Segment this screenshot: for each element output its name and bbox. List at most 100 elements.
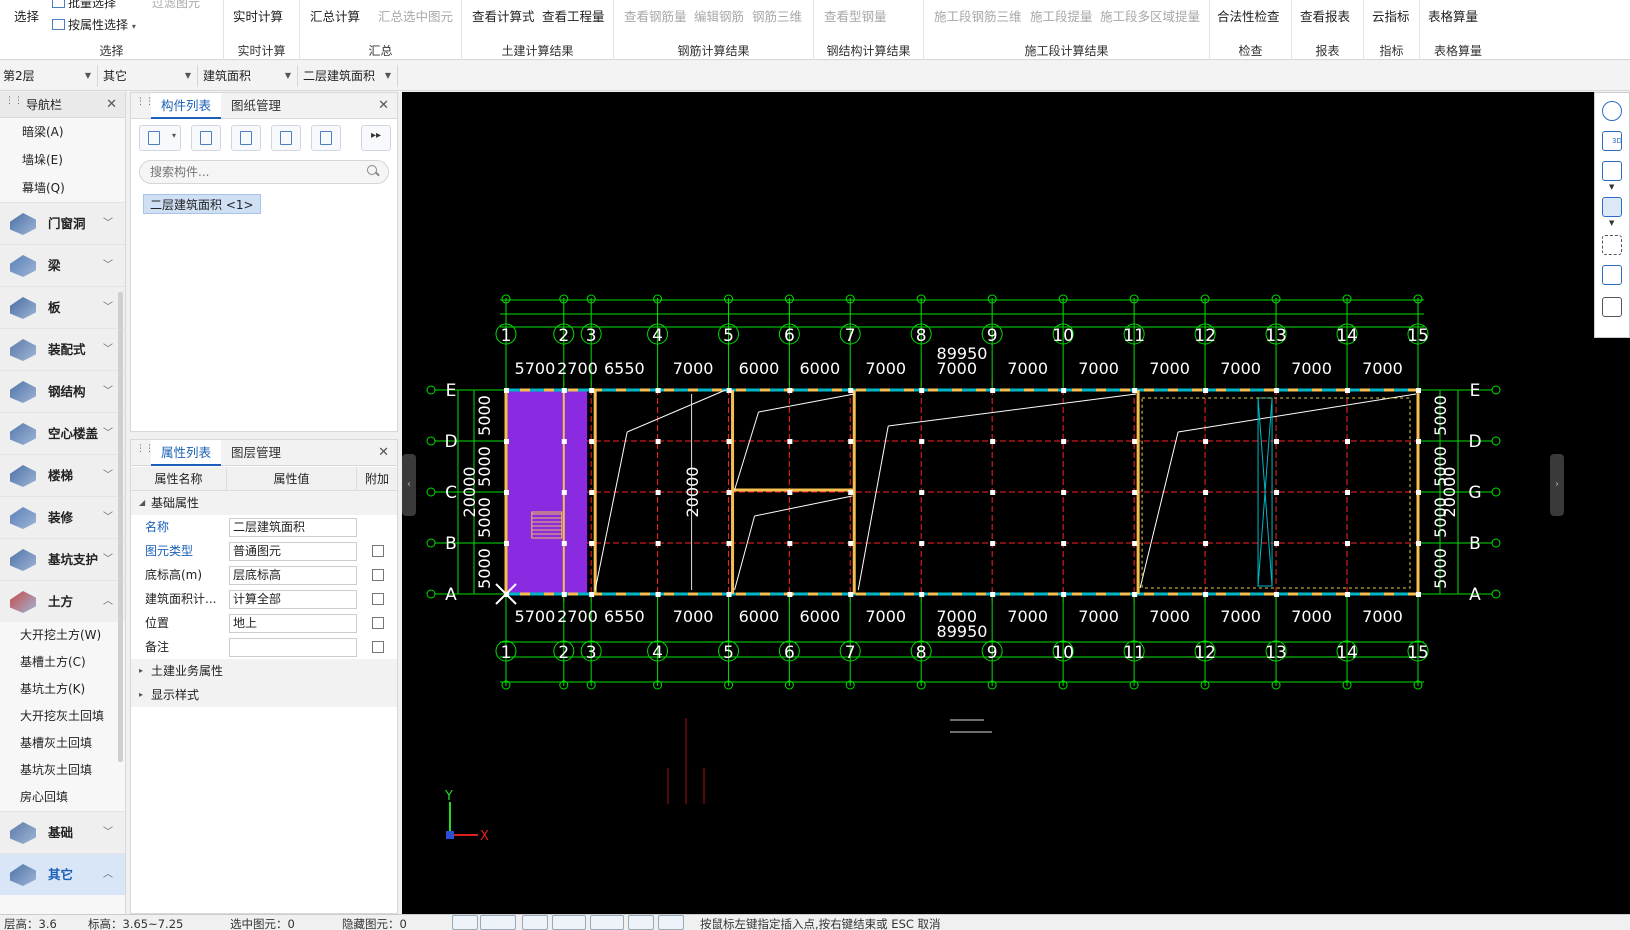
nav-sub-item[interactable]: 大开挖灰土回填 [0, 703, 125, 730]
prop-value-field[interactable]: 计算全部 [229, 590, 357, 609]
stage-rebar-3d-button[interactable]: 施工段钢筋三维 [934, 6, 1022, 25]
extra-checkbox[interactable] [372, 569, 384, 581]
search-icon[interactable] [367, 165, 377, 175]
prop-value-field[interactable]: 地上 [229, 614, 357, 633]
prop-value-field[interactable]: 层底标高 [229, 566, 357, 585]
search-input[interactable] [139, 160, 389, 184]
close-icon[interactable]: ✕ [106, 92, 117, 118]
tab-layer-management[interactable]: 图层管理 [221, 440, 291, 466]
nav-category[interactable]: 楼梯 ﹀ [0, 454, 125, 496]
cloud-index-button[interactable]: 云指标 [1372, 6, 1410, 25]
cube-select-icon[interactable] [1602, 265, 1622, 285]
nav-sub-item[interactable]: 墙垛(E) [0, 146, 125, 174]
right-collapse-handle[interactable]: › [1550, 454, 1564, 516]
tab-property-list[interactable]: 属性列表 [151, 440, 222, 466]
nav-category[interactable]: 装修 ﹀ [0, 496, 125, 538]
nav-category[interactable]: 装配式 ﹀ [0, 328, 125, 370]
nav-sub-item[interactable]: 基坑土方(K) [0, 676, 125, 703]
nav-sub-item[interactable]: 基槽灰土回填 [0, 730, 125, 757]
prop-group-display[interactable]: ▸ 显示样式 [131, 683, 397, 707]
nav-sub-item[interactable]: 房心回填 [0, 784, 125, 811]
layer-list-icon[interactable] [1602, 297, 1622, 317]
nav-sub-item[interactable]: 幕墙(Q) [0, 174, 125, 202]
chevron-down-icon[interactable]: ▼ [1609, 183, 1614, 191]
table-calc-button[interactable]: 表格算量 [1428, 6, 1478, 25]
duplicate-component-button[interactable] [271, 125, 301, 151]
stage-extract-button[interactable]: 施工段提量 [1030, 6, 1093, 25]
orbit-icon[interactable] [1602, 101, 1622, 121]
snap-plus-button[interactable] [590, 915, 624, 930]
chevron-down-icon[interactable]: ▼ [1609, 219, 1614, 227]
prop-value-field[interactable]: 二层建筑面积 [229, 518, 357, 537]
view-report-button[interactable]: 查看报表 [1300, 6, 1350, 25]
nav-category[interactable]: 基础 ﹀ [0, 811, 125, 853]
nav-sub-item[interactable]: 基坑灰土回填 [0, 757, 125, 784]
pin-icon[interactable]: ⋮⋮ [136, 445, 154, 461]
nav-sub-item[interactable]: 基槽土方(C) [0, 649, 125, 676]
nav-sub-item[interactable]: 暗梁(A) [0, 118, 125, 146]
tab-component-list[interactable]: 构件列表 [151, 93, 222, 119]
nav-category[interactable]: 梁 ﹀ [0, 244, 125, 286]
nav-category[interactable]: 板 ﹀ [0, 286, 125, 328]
box-view-icon[interactable] [1602, 161, 1622, 181]
category-select[interactable]: 其它 ▼ [100, 65, 198, 87]
nav-category[interactable]: 基坑支护 ﹀ [0, 538, 125, 580]
pin-icon[interactable]: ⋮⋮ [136, 98, 154, 114]
extra-checkbox[interactable] [372, 593, 384, 605]
nav-category[interactable]: 其它 ︿ [0, 853, 125, 895]
cad-floor-plan[interactable]: 1122334455667788991010111112121313141415… [402, 92, 1630, 914]
prop-group-basic[interactable]: ◢ 基础属性 [131, 491, 397, 515]
view-rebar-button[interactable]: 查看钢筋量 [624, 6, 687, 25]
prop-value-field[interactable] [229, 638, 357, 657]
snap-arc-button[interactable] [658, 915, 684, 930]
floor-select[interactable]: 第2层 ▼ [0, 65, 98, 87]
close-icon[interactable]: ✕ [378, 93, 389, 119]
solid-view-icon[interactable] [1602, 197, 1622, 217]
nav-category[interactable]: 土方 ︿ [0, 580, 125, 622]
extra-checkbox[interactable] [372, 545, 384, 557]
copy-component-button[interactable] [191, 125, 221, 151]
view-steel-button[interactable]: 查看型钢量 [824, 6, 887, 25]
snap-angle-button[interactable] [552, 915, 586, 930]
drawing-canvas[interactable]: 1 1 2 2 3 3 4 4 5 5 6 6 7 7 8 8 9 9 10 10 11 11 12 12 13 13 14 14 15… [402, 92, 1630, 914]
realtime-calc-button[interactable]: 实时计算 [233, 6, 283, 25]
snap-ortho-button[interactable] [452, 915, 478, 930]
view-formula-button[interactable]: 查看计算式 [472, 6, 535, 25]
prop-group-civil[interactable]: ▸ 土建业务属性 [131, 659, 397, 683]
component-select[interactable]: 二层建筑面积 ▼ [300, 65, 398, 87]
select-button[interactable]: 选择 [14, 6, 39, 25]
nav-category[interactable]: 钢结构 ﹀ [0, 370, 125, 412]
nav-scrollbar[interactable] [118, 292, 123, 762]
nav-sub-item[interactable]: 大开挖土方(W) [0, 622, 125, 649]
select-by-attr-button[interactable]: 按属性选择 ▾ [52, 16, 136, 33]
summary-selected-button[interactable]: 汇总选中图元 [378, 6, 453, 25]
summary-calc-button[interactable]: 汇总计算 [310, 6, 360, 25]
batch-select-button[interactable]: 批量选择 [52, 0, 116, 11]
fullscreen-icon[interactable] [1602, 235, 1622, 255]
new-component-button[interactable]: ▾ [139, 125, 181, 151]
nav-category[interactable]: 门窗洞 ﹀ [0, 202, 125, 244]
stage-multi-extract-button[interactable]: 施工段多区域提量 [1100, 6, 1200, 25]
expand-toolbar-button[interactable]: ▸▸ [361, 125, 391, 151]
extra-checkbox[interactable] [372, 617, 384, 629]
edit-rebar-button[interactable]: 编辑钢筋 [694, 6, 744, 25]
nav-category[interactable]: 空心楼盖 ﹀ [0, 412, 125, 454]
snap-mode-button[interactable] [480, 915, 516, 930]
snap-intersect-button[interactable] [522, 915, 548, 930]
view-quantity-button[interactable]: 查看工程量 [542, 6, 605, 25]
save-component-button[interactable] [311, 125, 341, 151]
filter-button[interactable]: 过滤图元 [152, 0, 200, 11]
snap-save-button[interactable] [628, 915, 654, 930]
rebar-3d-button[interactable]: 钢筋三维 [752, 6, 802, 25]
component-list-item[interactable]: 二层建筑面积 <1> [143, 194, 261, 214]
type-select[interactable]: 建筑面积 ▼ [200, 65, 298, 87]
prop-value-field[interactable]: 普通图元 [229, 542, 357, 561]
view-3d-icon[interactable]: 3D [1602, 131, 1622, 151]
legality-check-button[interactable]: 合法性检查 [1217, 6, 1280, 25]
tab-drawing-management[interactable]: 图纸管理 [221, 93, 291, 119]
left-collapse-handle[interactable]: ‹ [402, 454, 416, 516]
extra-checkbox[interactable] [372, 641, 384, 653]
delete-component-button[interactable] [231, 125, 261, 151]
pin-icon[interactable]: ⋮⋮ [5, 97, 23, 113]
close-icon[interactable]: ✕ [378, 440, 389, 466]
